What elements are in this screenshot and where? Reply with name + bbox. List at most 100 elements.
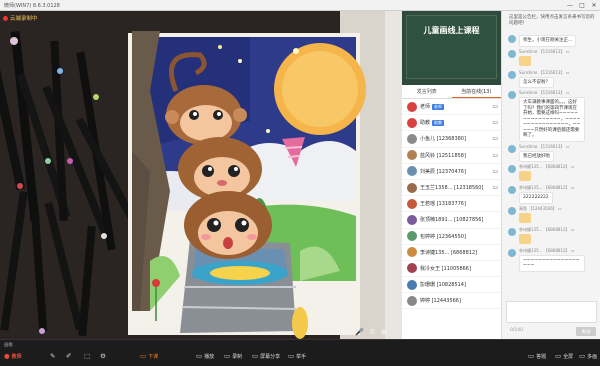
user-row[interactable]: 我冷女王 [11005866] bbox=[402, 261, 501, 278]
user-row[interactable]: 李诗婕135... [6868812] bbox=[402, 245, 501, 261]
chat-bubble: 我已经放好啦 bbox=[519, 150, 554, 162]
end-class-button[interactable]: ▭ 下课 bbox=[140, 352, 158, 360]
chat-sender: Sunshine 【1316613】 ▭ bbox=[519, 69, 570, 75]
tab-speaker-list[interactable]: 发言列表 bbox=[402, 85, 452, 98]
send-button[interactable]: 发送 bbox=[576, 327, 596, 336]
chat-message: 李诗婕135... 【6868812】 ▭ bbox=[502, 227, 600, 246]
user-row[interactable]: 蓝风铃 [12511858] ▭ bbox=[402, 148, 501, 164]
avatar bbox=[407, 279, 417, 290]
screen-share-label: 屏幕分享 bbox=[260, 353, 281, 360]
quiz-button[interactable]: ▭ 答题 bbox=[528, 352, 546, 360]
chat-message-body: 李诗婕135... 【6868812】 ▭ ~~~~~~~~~~~~~~~~~~ bbox=[519, 248, 598, 272]
user-row[interactable]: 王若瑶 [13183776] bbox=[402, 196, 501, 213]
avatar bbox=[407, 247, 417, 258]
chat-message-body: 高鱼 【12443566】 ▭ bbox=[519, 206, 598, 225]
user-row[interactable]: 刘美辰 [12370476] ▭ bbox=[402, 164, 501, 180]
avatar bbox=[508, 165, 516, 173]
user-name: 助教 bbox=[420, 120, 431, 127]
role-badge: 老师 bbox=[432, 103, 445, 110]
marker-icon: ✐ bbox=[66, 352, 72, 360]
raise-hand-button[interactable]: ▭ 举手 bbox=[288, 352, 306, 360]
close-button[interactable]: ✕ bbox=[588, 0, 600, 10]
avatar bbox=[407, 166, 417, 177]
avatar bbox=[508, 70, 516, 79]
avatar bbox=[508, 186, 516, 194]
pip-icon[interactable]: ⧉ bbox=[370, 328, 375, 337]
chat-char-count: 0/140 bbox=[510, 328, 523, 333]
teacher-role-icon: ● bbox=[4, 352, 10, 360]
fullscreen-toggle-icon: ▭ bbox=[555, 352, 562, 360]
fullscreen-label: 全屏 bbox=[563, 353, 574, 360]
user-name: 包婷婷 [12364550] bbox=[420, 233, 466, 240]
user-row[interactable]: 张顶楠1891... [10827856] bbox=[402, 212, 501, 229]
play-button[interactable]: ▭ 播放 bbox=[196, 352, 214, 360]
toolbar-top-label: 画板 bbox=[4, 343, 13, 348]
end-class-icon: ▭ bbox=[140, 352, 147, 360]
pen-icon: ✎ bbox=[50, 352, 56, 360]
chat-message-body: Sunshine 【1316613】 ▭ 大车满教事课面的。。。这好了吗？我们的第… bbox=[519, 90, 598, 142]
chat-sender: 李诗婕135... 【6868812】 ▭ bbox=[519, 164, 575, 169]
fullscreen-icon[interactable]: ⤢ bbox=[393, 328, 399, 337]
class-title: 儿童画线上课程 bbox=[423, 26, 480, 35]
user-row[interactable]: 包婷婷 [12364550] bbox=[402, 229, 501, 245]
user-row[interactable]: 婷婷 [12443566] bbox=[402, 293, 501, 310]
chat-notice: 这里是公告栏，快用点击发言条来书写您的问题吧！ bbox=[509, 15, 595, 26]
user-row[interactable]: 王玉兰1358... [12318560] ▭ bbox=[402, 180, 501, 197]
microphone-icon[interactable]: 🎤 bbox=[355, 328, 364, 337]
user-name: 我冷女王 [11005866] bbox=[420, 265, 471, 272]
play-label: 播放 bbox=[204, 353, 215, 360]
marker-tool[interactable]: ✐ bbox=[66, 352, 71, 360]
record-button[interactable]: ▭ 录制 bbox=[224, 352, 242, 360]
chat-sender: 李诗婕135... 【6868812】 ▭ bbox=[519, 185, 575, 190]
avatar bbox=[407, 133, 417, 144]
chat-bubble: 师生，小现在刚关注正... bbox=[519, 35, 577, 47]
screen-share-button[interactable]: ▭ 屏幕分享 bbox=[252, 352, 280, 360]
device-icon: ▭ bbox=[492, 184, 498, 192]
quiz-label: 答题 bbox=[536, 353, 547, 360]
user-row[interactable]: 助教 助教 ▭ bbox=[402, 115, 501, 132]
chat-message-body: 李诗婕135... 【6868812】 ▭ bbox=[519, 164, 598, 183]
fullscreen-button[interactable]: ▭ 全屏 bbox=[555, 352, 573, 360]
minimize-button[interactable]: — bbox=[564, 0, 576, 10]
role-switch-button[interactable]: ● 教师 bbox=[4, 352, 22, 360]
chat-sender: Sunshine 【1316613】 ▭ bbox=[519, 143, 570, 149]
device-icon: ▭ bbox=[492, 151, 498, 159]
settings-tool[interactable]: ⚙ bbox=[100, 352, 106, 360]
chat-input[interactable] bbox=[506, 301, 597, 323]
quiz-icon: ▭ bbox=[528, 352, 535, 360]
layout-icon[interactable]: ▣ bbox=[381, 328, 388, 337]
video-stage[interactable]: 云端录制中 🎤 ⧉ ▣ ⤢ bbox=[0, 11, 402, 339]
chat-message-body: 师生，小现在刚关注正... bbox=[519, 34, 598, 47]
raise-hand-icon: ▭ bbox=[288, 352, 295, 360]
user-row[interactable]: 老师 老师 ▭ bbox=[402, 99, 501, 116]
chat-message: 师生，小现在刚关注正... bbox=[502, 34, 600, 47]
avatar bbox=[407, 101, 417, 112]
chat-message-body: Sunshine 【1316613】 ▭ 我已经放好啦 bbox=[519, 143, 598, 162]
user-name: 张顶楠1891... [10827856] bbox=[420, 217, 484, 224]
chat-message: Sunshine 【1316613】 ▭ bbox=[502, 49, 600, 68]
role-label: 教师 bbox=[11, 353, 22, 360]
screen-share-icon: ▭ bbox=[252, 352, 259, 360]
maximize-button[interactable]: □ bbox=[576, 0, 588, 10]
record-dot-icon bbox=[3, 15, 8, 21]
chat-message: 李诗婕135... 【6868812】 ▭ bbox=[502, 164, 600, 183]
multi-view-button[interactable]: ▭ 多画 bbox=[579, 352, 597, 360]
user-row[interactable]: 彭珊珊 [10828514] bbox=[402, 277, 501, 294]
user-name: 彭珊珊 [10828514] bbox=[420, 282, 466, 289]
avatar bbox=[407, 231, 417, 242]
tab-online-users[interactable]: 当前在线(13) bbox=[451, 85, 501, 98]
class-panel: 儿童画线上课程 发言列表 当前在线(13) 老师 老师 ▭ 助教 助教 ▭ 小鱼儿 [123… bbox=[402, 11, 501, 339]
frame-icon: ⬚ bbox=[84, 352, 91, 360]
user-name: 婷婷 [12443566] bbox=[420, 298, 461, 305]
recording-label: 云端录制中 bbox=[10, 16, 38, 22]
recording-indicator: 云端录制中 bbox=[3, 14, 38, 22]
avatar bbox=[407, 150, 417, 161]
frame-tool[interactable]: ⬚ bbox=[84, 352, 90, 360]
end-class-label: 下课 bbox=[148, 353, 159, 360]
chat-panel: 这里是公告栏，快用点击发言条来书写您的问题吧！ 师生，小现在刚关注正... Sun… bbox=[501, 11, 600, 339]
user-row[interactable]: 小鱼儿 [12368380] ▭ bbox=[402, 131, 501, 148]
device-icon: ▭ bbox=[492, 167, 498, 175]
multi-view-icon: ▭ bbox=[579, 352, 586, 360]
panel-tabs: 发言列表 当前在线(13) bbox=[402, 85, 501, 99]
pen-tool[interactable]: ✎ bbox=[50, 352, 55, 360]
